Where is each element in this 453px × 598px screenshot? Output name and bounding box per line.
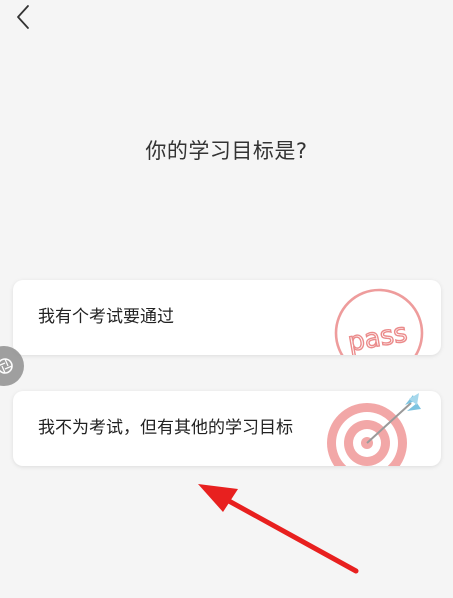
aperture-icon [0,358,13,374]
option-other-goal-card[interactable]: 我不为考试，但有其他的学习目标 [13,391,441,466]
pass-stamp-text: pass [346,318,410,355]
target-arrow-icon [327,393,421,466]
chevron-left-icon [17,5,29,29]
page-title: 你的学习目标是? [145,139,308,163]
back-button[interactable] [10,2,40,32]
option-exam-card[interactable]: 我有个考试要通过 pass [13,280,441,355]
option-exam-label: 我有个考试要通过 [38,307,174,327]
option-other-goal-label: 我不为考试，但有其他的学习目标 [38,418,293,438]
pass-stamp-icon: pass [334,288,424,355]
